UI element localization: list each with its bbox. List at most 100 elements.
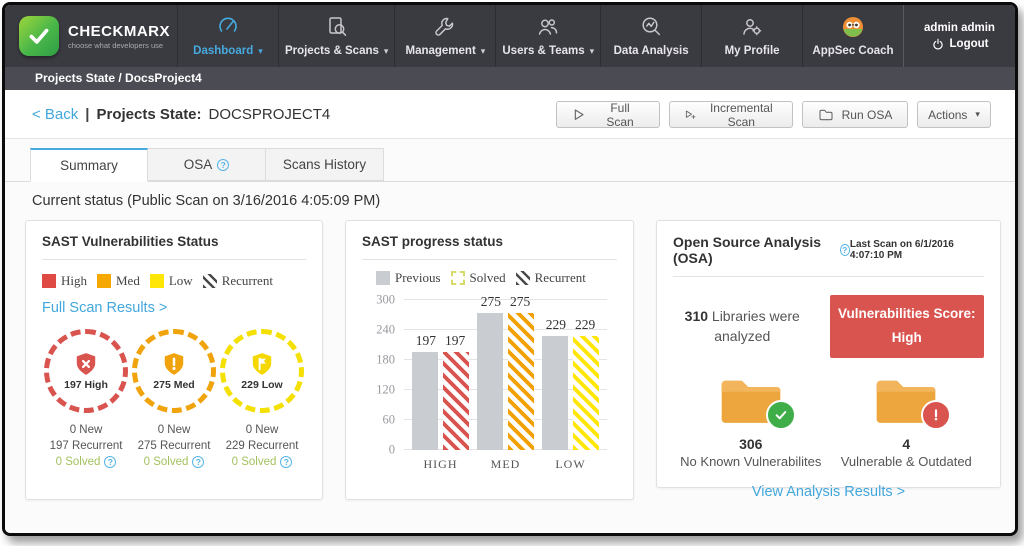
check-badge-icon <box>766 400 796 430</box>
shield-flag-icon <box>249 351 275 377</box>
bar-previous <box>412 352 438 451</box>
logout-button[interactable]: Logout <box>931 37 989 51</box>
y-axis-tick: 240 <box>376 323 395 338</box>
user-menu: admin admin Logout <box>903 5 1015 67</box>
severity-med-block: 275 Med 0 New 275 Recurrent 0 Solved <box>130 329 218 470</box>
nav-item-dashboard[interactable]: Dashboard ▾ <box>177 5 278 67</box>
document-search-icon <box>325 15 349 39</box>
nav-item-appsec-coach[interactable]: AppSec Coach <box>802 5 903 67</box>
run-osa-button[interactable]: Run OSA <box>802 101 908 128</box>
bar-value-labels: 275275 <box>481 294 531 310</box>
bar-recurrent <box>443 352 469 451</box>
tab-osa[interactable]: OSA <box>148 148 266 181</box>
nav-label-appsec-coach: AppSec Coach <box>812 45 893 57</box>
owl-mascot-icon <box>841 15 865 39</box>
bar-previous <box>542 336 568 451</box>
wrench-icon <box>433 15 457 39</box>
logo-title: CHECKMARX <box>68 23 170 40</box>
users-icon <box>536 15 560 39</box>
y-axis-tick: 0 <box>389 443 395 458</box>
tab-summary[interactable]: Summary <box>30 148 148 182</box>
chevron-down-icon: ▾ <box>384 46 389 57</box>
actions-button[interactable]: Actions ▾ <box>917 101 991 128</box>
back-link[interactable]: < Back <box>32 106 78 123</box>
folder-icon <box>818 107 834 123</box>
tab-scans-history[interactable]: Scans History <box>266 148 384 181</box>
sast-panel-title: SAST Vulnerabilities Status <box>42 234 306 260</box>
logo-tagline: choose what developers use <box>68 41 170 50</box>
libraries-analyzed-text: 310 Libraries were analyzed <box>673 306 812 347</box>
chevron-down-icon: ▾ <box>975 109 980 120</box>
checkmarx-logo[interactable]: CHECKMARX choose what developers use <box>5 5 177 67</box>
app-window: CHECKMARX choose what developers use Das… <box>2 2 1018 536</box>
analysis-magnifier-icon <box>639 15 663 39</box>
y-axis-tick: 300 <box>376 293 395 308</box>
info-icon <box>192 456 204 468</box>
incremental-scan-button[interactable]: Incremental Scan <box>669 101 793 128</box>
low-severity-ring: 229 Low <box>220 329 304 413</box>
chart-legend: Previous Solved Recurrent <box>362 270 617 286</box>
bar-recurrent <box>573 336 599 451</box>
info-icon <box>104 456 116 468</box>
high-swatch-icon <box>42 274 56 288</box>
nav-label-projects-scans: Projects & Scans <box>285 45 379 57</box>
bar-previous <box>477 313 503 451</box>
y-axis-tick: 60 <box>383 413 396 428</box>
nav-item-my-profile[interactable]: My Profile <box>701 5 802 67</box>
full-scan-results-link[interactable]: Full Scan Results > <box>42 300 167 316</box>
progress-panel-title: SAST progress status <box>362 234 617 260</box>
play-plus-icon <box>684 107 697 123</box>
nav-item-data-analysis[interactable]: Data Analysis <box>600 5 701 67</box>
power-icon <box>931 37 945 51</box>
info-icon <box>840 244 850 256</box>
category-label: LOW <box>541 457 601 472</box>
osa-panel-title: Open Source Analysis (OSA) <box>673 234 834 266</box>
recurrent-swatch-icon <box>516 271 530 285</box>
current-status-text: Current status (Public Scan on 3/16/2016… <box>5 182 1015 216</box>
y-axis-tick: 120 <box>376 383 395 398</box>
page-header: < Back | Projects State: DOCSPROJECT4 Fu… <box>5 90 1015 139</box>
med-swatch-icon <box>97 274 111 288</box>
sast-vulnerabilities-panel: SAST Vulnerabilities Status High Med Low… <box>25 220 323 500</box>
no-known-vulnerabilities-block: 306 No Known Vulnerabilites <box>673 372 828 469</box>
page-title: Projects State: <box>96 106 201 123</box>
category-label: HIGH <box>411 457 471 472</box>
chevron-down-icon: ▾ <box>481 46 486 57</box>
user-name: admin admin <box>924 22 995 34</box>
main-content: < Back | Projects State: DOCSPROJECT4 Fu… <box>5 90 1015 533</box>
severity-low-block: 229 Low 0 New 229 Recurrent 0 Solved <box>218 329 306 470</box>
category-label: MED <box>476 457 536 472</box>
nav-item-users-teams[interactable]: Users & Teams▾ <box>495 5 600 67</box>
med-severity-ring: 275 Med <box>132 329 216 413</box>
top-nav: CHECKMARX choose what developers use Das… <box>5 5 1015 67</box>
nav-label-data-analysis: Data Analysis <box>614 45 689 57</box>
shield-x-icon <box>73 351 99 377</box>
sast-progress-chart: Previous Solved Recurrent 06012018024030… <box>362 270 617 472</box>
info-icon <box>217 159 229 171</box>
chevron-down-icon: ▾ <box>258 46 263 57</box>
nav-label-dashboard: Dashboard <box>193 45 253 57</box>
speedometer-icon <box>216 15 240 39</box>
checkmarx-logo-icon <box>19 16 59 56</box>
low-swatch-icon <box>150 274 164 288</box>
chevron-down-icon: ▾ <box>590 46 595 57</box>
full-scan-button[interactable]: Full Scan <box>556 101 660 128</box>
breadcrumb: Projects State / DocsProject4 <box>5 67 1015 90</box>
vulnerabilities-score-badge: Vulnerabilities Score: High <box>830 295 984 358</box>
view-analysis-results-link[interactable]: View Analysis Results > <box>673 484 984 500</box>
chart-plot-area: 060120180240300197197275275229229 <box>404 300 607 450</box>
nav-item-projects-scans[interactable]: Projects & Scans ▾ <box>278 5 395 67</box>
alert-badge-icon <box>921 400 951 430</box>
bar-value-labels: 197197 <box>416 333 466 349</box>
bar-value-labels: 229229 <box>546 317 596 333</box>
previous-swatch-icon <box>376 271 390 285</box>
severity-high-block: 197 High 0 New 197 Recurrent 0 Solved <box>42 329 130 470</box>
play-icon <box>571 107 587 123</box>
solved-swatch-icon <box>451 271 465 285</box>
sast-progress-panel: SAST progress status Previous Solved Rec… <box>345 220 634 500</box>
nav-item-management[interactable]: Management▾ <box>394 5 495 67</box>
logout-label: Logout <box>950 38 989 50</box>
high-severity-ring: 197 High <box>44 329 128 413</box>
bar-recurrent <box>508 313 534 451</box>
title-divider: | <box>85 106 89 123</box>
